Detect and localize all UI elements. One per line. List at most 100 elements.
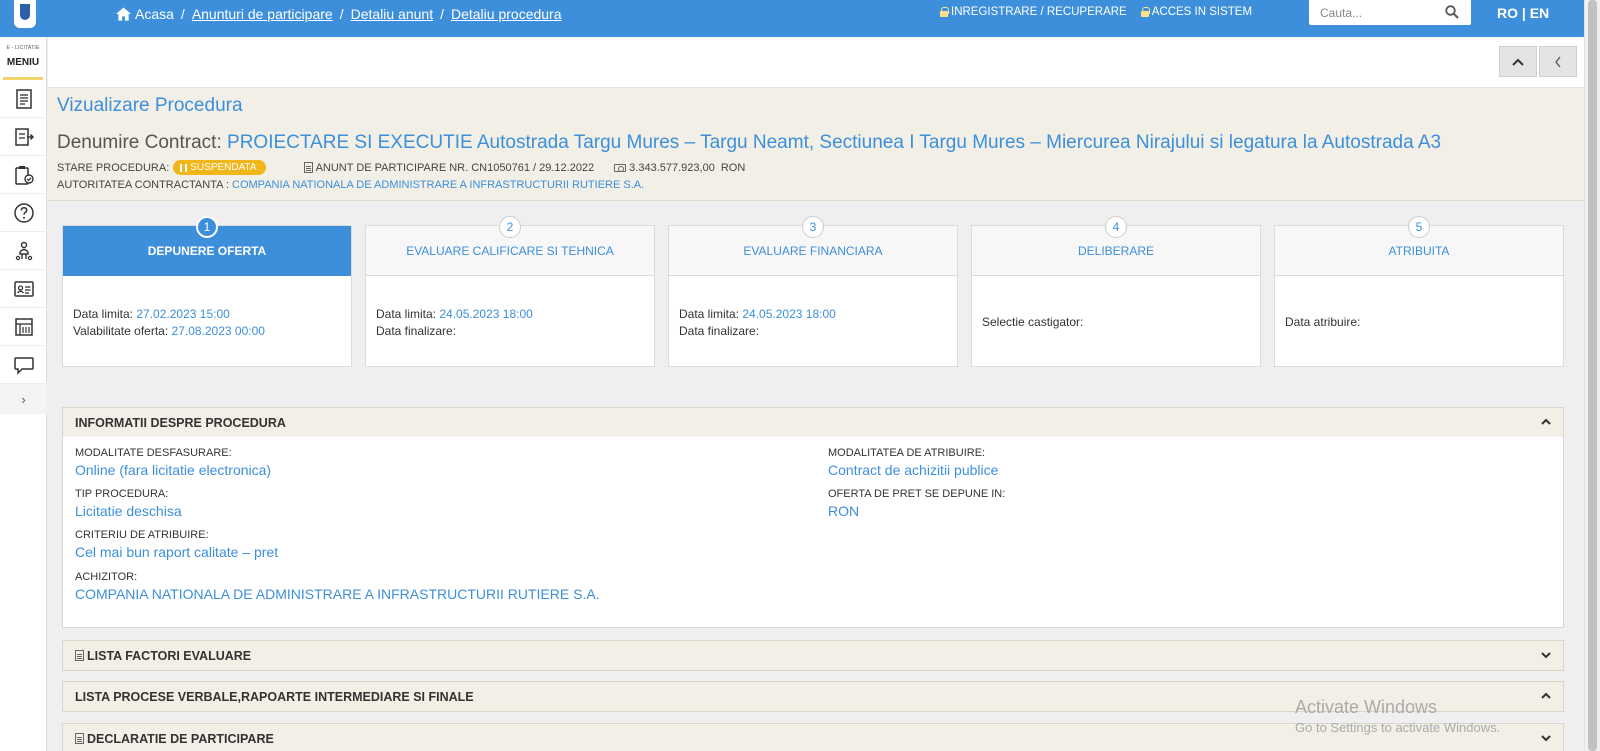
search-input[interactable]	[1309, 0, 1434, 25]
money-icon	[614, 163, 627, 172]
document-icon	[75, 650, 84, 661]
breadcrumb-detaliu-procedura[interactable]: Detaliu procedura	[451, 6, 562, 22]
info-procedura-header[interactable]: INFORMATII DESPRE PROCEDURA	[63, 408, 1563, 437]
step-field-value: 27.08.2023 00:00	[171, 324, 265, 338]
field-label: MODALITATE DESFASURARE:	[75, 447, 232, 459]
section-title: LISTA PROCESE VERBALE,RAPOARTE INTERMEDI…	[75, 689, 474, 704]
windows-activation-watermark: Activate Windows Go to Settings to activ…	[1295, 697, 1500, 735]
step-number: 4	[1105, 216, 1127, 238]
login-link[interactable]: ACCES IN SISTEM	[1140, 6, 1252, 18]
breadcrumb-separator: /	[339, 6, 344, 22]
step-field-label: Data limita:	[679, 307, 740, 321]
step-field-label: Data finalizare:	[376, 324, 457, 338]
home-icon	[116, 7, 131, 21]
step-atribuita[interactable]: 5 ATRIBUITA Data atribuire:	[1274, 216, 1564, 367]
section-title: INFORMATII DESPRE PROCEDURA	[75, 415, 286, 430]
contracting-authority: AUTORITATEA CONTRACTANTA : COMPANIA NATI…	[57, 179, 644, 191]
sidebar: E - LICITATIE MENIU ›	[0, 37, 47, 751]
field-label: ACHIZITOR:	[75, 571, 138, 583]
lock-icon	[940, 7, 949, 17]
top-bar: Acasa / Anunturi de participare / Detali…	[0, 0, 1584, 37]
info-procedura-body: MODALITATE DESFASURARE: Online (fara lic…	[63, 437, 1563, 627]
sidebar-item-catalog[interactable]	[0, 308, 47, 346]
contract-value: PROIECTARE SI EXECUTIE Autostrada Targu …	[227, 132, 1442, 153]
sidebar-brand: E - LICITATIE	[6, 45, 40, 51]
pause-icon	[180, 163, 188, 172]
catalog-icon	[14, 317, 33, 336]
sidebar-item-chat[interactable]	[0, 346, 47, 384]
field-tip-procedura: TIP PROCEDURA: Licitatie deschisa	[75, 488, 182, 519]
field-label: MODALITATEA DE ATRIBUIRE:	[828, 447, 986, 459]
page-title: Vizualizare Procedura	[57, 95, 243, 116]
chevron-up-icon	[1512, 58, 1524, 66]
breadcrumb-detaliu-anunt[interactable]: Detaliu anunt	[351, 6, 434, 22]
logo-icon[interactable]	[14, 0, 36, 28]
status-badge-text: SUSPENDATA	[190, 162, 257, 173]
sidebar-item-users[interactable]	[0, 232, 47, 270]
breadcrumb-anunturi[interactable]: Anunturi de participare	[192, 6, 333, 22]
contract-name: Denumire Contract: PROIECTARE SI EXECUTI…	[57, 132, 1441, 154]
id-card-icon	[13, 280, 34, 297]
authority-value[interactable]: COMPANIA NATIONALA DE ADMINISTRARE A INF…	[232, 179, 644, 191]
chevron-down-icon	[1541, 735, 1551, 742]
scrollbar-thumb[interactable]	[1588, 0, 1597, 751]
estimated-value: 3.343.577.923,00	[629, 161, 715, 174]
search-box	[1309, 0, 1471, 25]
chevron-left-icon	[1555, 56, 1561, 67]
sidebar-item-clipboard[interactable]	[0, 156, 47, 194]
document-list-icon	[15, 88, 32, 109]
clipboard-check-icon	[14, 165, 34, 185]
register-link[interactable]: INREGISTRARE / RECUPERARE	[940, 6, 1127, 18]
field-value: Online (fara licitatie electronica)	[75, 462, 272, 478]
page-scrollbar[interactable]	[1584, 0, 1600, 751]
sidebar-expand-button[interactable]: ›	[0, 384, 47, 414]
sidebar-item-profile[interactable]	[0, 270, 47, 308]
step-field-label: Data limita:	[73, 307, 134, 321]
field-value[interactable]: COMPANIA NATIONALA DE ADMINISTRARE A INF…	[75, 586, 600, 602]
field-label: CRITERIU DE ATRIBUIRE:	[75, 529, 209, 541]
document-icon	[75, 733, 84, 744]
step-number: 2	[499, 216, 521, 238]
step-field-label: Data atribuire:	[1285, 315, 1361, 329]
sidebar-item-export[interactable]	[0, 118, 47, 156]
step-depunere-oferta[interactable]: 1 DEPUNERE OFERTA Data limita: 27.02.202…	[62, 216, 352, 367]
scroll-up-button[interactable]	[1499, 46, 1537, 77]
toolbar	[48, 37, 1584, 88]
field-value: Licitatie deschisa	[75, 503, 182, 519]
register-label: INREGISTRARE / RECUPERARE	[951, 6, 1127, 18]
top-links: INREGISTRARE / RECUPERARE ACCES IN SISTE…	[940, 6, 1252, 18]
step-field-value: 24.05.2023 18:00	[742, 307, 836, 321]
document-icon	[303, 162, 313, 173]
field-label: OFERTA DE PRET SE DEPUNE IN:	[828, 488, 1006, 500]
step-field-value: 24.05.2023 18:00	[439, 307, 533, 321]
factori-evaluare-header[interactable]: LISTA FACTORI EVALUARE	[63, 641, 1563, 670]
field-achizitor: ACHIZITOR: COMPANIA NATIONALA DE ADMINIS…	[75, 571, 600, 602]
watermark-title: Activate Windows	[1295, 697, 1438, 717]
step-deliberare[interactable]: 4 DELIBERARE Selectie castigator:	[971, 216, 1261, 367]
breadcrumb: Acasa / Anunturi de participare / Detali…	[116, 6, 562, 22]
search-icon[interactable]	[1445, 5, 1459, 19]
status-label: STARE PROCEDURA:	[57, 161, 170, 174]
language-switch[interactable]: RO | EN	[1497, 5, 1549, 21]
procedure-header: Vizualizare Procedura Denumire Contract:…	[48, 88, 1584, 201]
step-body: Data limita: 24.05.2023 18:00 Data final…	[366, 276, 654, 340]
step-evaluare-financiara[interactable]: 3 EVALUARE FINANCIARA Data limita: 24.05…	[668, 216, 958, 367]
back-button[interactable]	[1539, 46, 1577, 77]
lock-icon	[1140, 7, 1150, 17]
step-evaluare-calificare[interactable]: 2 EVALUARE CALIFICARE SI TEHNICA Data li…	[365, 216, 655, 367]
sidebar-item-documents[interactable]	[0, 80, 47, 118]
field-value: RON	[828, 503, 860, 519]
sidebar-item-help[interactable]	[0, 194, 47, 232]
authority-label: AUTORITATEA CONTRACTANTA :	[57, 179, 229, 191]
field-modalitatea-atribuire: MODALITATEA DE ATRIBUIRE: Contract de ac…	[828, 447, 998, 478]
breadcrumb-home[interactable]: Acasa	[135, 6, 174, 22]
chevron-up-icon	[1541, 418, 1551, 425]
notice-number: ANUNT DE PARTICIPARE NR. CN1050761 / 29.…	[315, 161, 595, 174]
field-modalitate: MODALITATE DESFASURARE: Online (fara lic…	[75, 447, 271, 478]
section-title: DECLARATIE DE PARTICIPARE	[87, 731, 274, 746]
step-body: Data limita: 27.02.2023 15:00 Valabilita…	[63, 276, 351, 340]
factori-evaluare-section: LISTA FACTORI EVALUARE	[62, 640, 1564, 671]
field-criteriu: CRITERIU DE ATRIBUIRE: Cel mai bun rapor…	[75, 529, 278, 560]
contract-label: Denumire Contract:	[57, 132, 222, 153]
menu-label[interactable]: MENIU	[0, 57, 46, 68]
